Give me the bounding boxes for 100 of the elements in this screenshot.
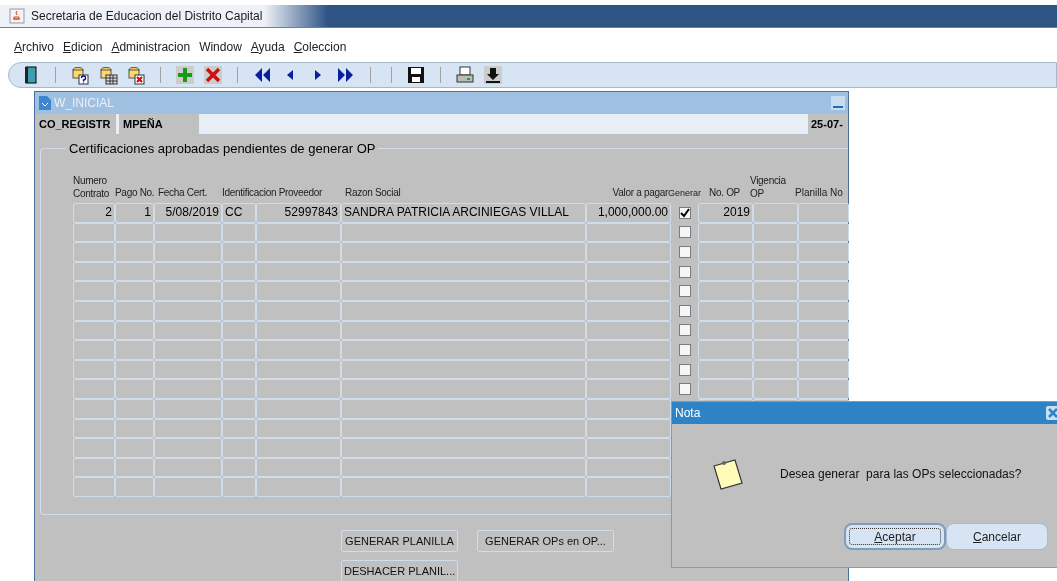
table-cell [73, 261, 115, 282]
checkbox[interactable] [678, 343, 691, 356]
table-cell [73, 242, 115, 262]
column-header: Fecha Cert. [158, 186, 207, 200]
printer-icon[interactable] [455, 65, 475, 85]
table-cell [698, 300, 753, 321]
table-cell [222, 359, 256, 380]
menu-item[interactable]: Edicion [63, 38, 103, 56]
action-button[interactable]: GENERAR PLANILLA [341, 530, 458, 552]
column-header: Valor a pagar [612, 186, 668, 200]
column-header: Vigencia OP [750, 174, 787, 200]
action-button[interactable]: DESHACER PLANIL... [341, 560, 458, 581]
checkbox[interactable] [678, 363, 691, 376]
table-cell [798, 281, 849, 301]
save-icon[interactable] [406, 65, 426, 85]
table-cell: 52997843 [256, 203, 341, 223]
table-cell [222, 320, 256, 341]
table-cell [222, 222, 256, 243]
table-cell [753, 320, 798, 341]
table-cell [798, 379, 849, 399]
table-cell [154, 222, 222, 243]
column-header: Pago No. [115, 186, 155, 200]
table-cell [115, 438, 154, 458]
table-cell [698, 222, 753, 243]
java-cup-icon [9, 8, 25, 24]
table-cell [798, 242, 849, 262]
table-cell [115, 398, 154, 419]
table-cell [73, 359, 115, 380]
checkbox[interactable] [678, 324, 691, 337]
checkbox[interactable] [678, 226, 691, 239]
table-cell [753, 359, 798, 380]
database-cancel-icon[interactable] [126, 65, 146, 85]
menu-item[interactable]: Coleccion [293, 38, 347, 56]
table-cell [753, 261, 798, 282]
table-cell: CC [222, 203, 256, 223]
plus-icon[interactable] [175, 65, 195, 85]
info-field: MPEÑA [119, 114, 199, 134]
table-cell [115, 261, 154, 282]
table-cell [698, 340, 753, 360]
form-title: W_INICIAL [54, 95, 114, 112]
table-cell [73, 477, 115, 497]
dialog-button[interactable]: Cancelar [946, 523, 1048, 550]
menu-item[interactable]: Archivo [14, 38, 55, 56]
table-cell [798, 222, 849, 243]
table-cell [154, 300, 222, 321]
table-cell [154, 320, 222, 341]
table-cell: 1,000,000.00 [586, 203, 671, 223]
menu-item[interactable]: Ayuda [250, 38, 285, 56]
checkbox[interactable] [678, 265, 691, 278]
table-cell [222, 340, 256, 360]
checkbox[interactable] [678, 304, 691, 317]
checkbox[interactable] [678, 246, 691, 258]
dialog-message: Desea generar para las OPs seleccionadas? [780, 466, 1022, 483]
table-cell [698, 281, 753, 301]
column-header: No. OP [709, 186, 740, 200]
table-cell [115, 222, 154, 243]
table-cell [753, 222, 798, 243]
table-cell [115, 242, 154, 262]
table-cell [115, 340, 154, 360]
table-cell [753, 340, 798, 360]
table-cell [73, 457, 115, 478]
table-cell [73, 222, 115, 243]
menu-item[interactable]: Administracion [111, 38, 191, 56]
column-header: Planilla No [795, 186, 843, 200]
table-cell [222, 398, 256, 419]
note-icon [711, 457, 745, 491]
table-cell [73, 320, 115, 341]
action-button[interactable]: GENERAR OPs en OP... [477, 530, 614, 552]
table-cell [798, 340, 849, 360]
table-cell [753, 379, 798, 399]
download-icon[interactable] [483, 65, 503, 85]
table-cell [73, 398, 115, 419]
last-record-icon[interactable] [336, 65, 356, 85]
table-cell [154, 457, 222, 478]
table-cell [73, 379, 115, 399]
table-cell [698, 359, 753, 380]
checkbox[interactable] [678, 206, 691, 219]
close-icon[interactable] [1046, 406, 1057, 420]
dialog-button[interactable]: Aceptar [844, 523, 946, 550]
table-cell [115, 477, 154, 497]
checkbox[interactable] [678, 383, 691, 396]
table-cell [698, 242, 753, 262]
table-cell [154, 477, 222, 497]
table-cell [222, 438, 256, 458]
window-title: Secretaria de Educacion del Distrito Capital [31, 8, 263, 25]
database-table-icon[interactable] [98, 65, 118, 85]
table-cell [154, 438, 222, 458]
table-cell: 1 [115, 203, 154, 223]
table-cell [222, 477, 256, 497]
menu-item[interactable]: Window [199, 38, 242, 56]
minimize-button[interactable] [831, 96, 845, 110]
table-cell [222, 281, 256, 301]
table-cell [154, 398, 222, 419]
table-cell [73, 438, 115, 458]
table-cell [222, 418, 256, 439]
table-cell [73, 418, 115, 439]
table-cell [115, 457, 154, 478]
delete-icon[interactable] [203, 65, 223, 85]
database-question-icon[interactable] [70, 65, 90, 85]
checkbox[interactable] [678, 285, 691, 298]
